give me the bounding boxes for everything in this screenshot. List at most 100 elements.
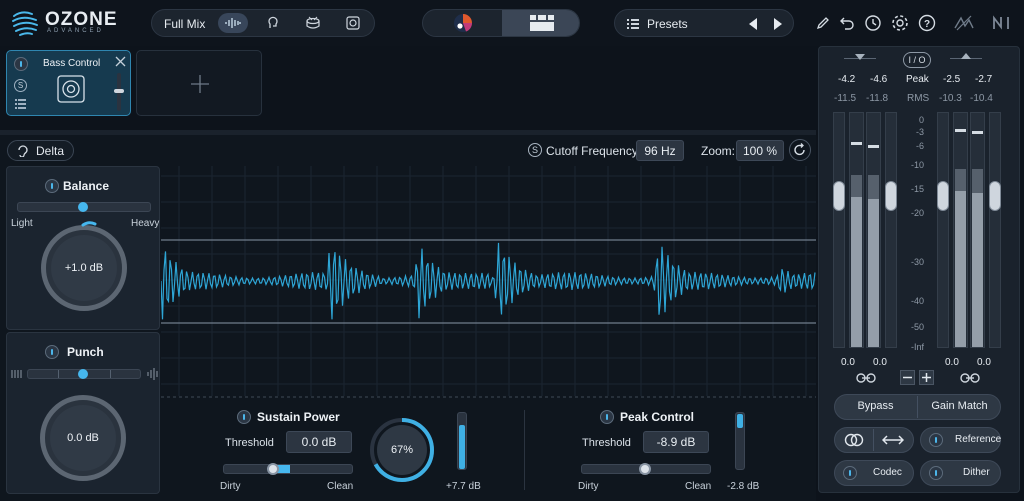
meter-scale-label: -50 — [910, 322, 924, 332]
waveform-icon — [225, 18, 241, 28]
peak-threshold-field[interactable]: -8.9 dB — [643, 431, 709, 453]
balance-panel: Balance Light Heavy +1.0 dB — [6, 166, 160, 330]
previous-preset-icon[interactable] — [748, 18, 758, 30]
peak-control-power-icon[interactable] — [600, 410, 614, 424]
solo-icon[interactable]: S — [14, 79, 27, 92]
input-fader-left[interactable] — [833, 181, 845, 211]
add-module-slot[interactable] — [136, 50, 262, 116]
input-gain-right[interactable]: 0.0 — [873, 357, 887, 368]
output-fader-track-right — [989, 112, 1001, 348]
swap-channels-icon[interactable] — [882, 434, 904, 446]
meter-scale-label: -Inf — [910, 342, 924, 352]
bypass-button[interactable]: Bypass — [834, 400, 917, 412]
pencil-icon — [816, 17, 829, 30]
pencil-button[interactable] — [812, 12, 834, 34]
zoom-field[interactable]: 100 % — [736, 140, 784, 161]
punch-slider-thumb[interactable] — [78, 369, 88, 379]
input-peak-left: -4.2 — [838, 74, 856, 85]
input-link-icon[interactable] — [856, 372, 876, 384]
gain-decrease-button[interactable] — [900, 370, 915, 385]
list-icon[interactable] — [15, 99, 26, 109]
waveform-display — [161, 166, 816, 398]
punch-power-icon[interactable] — [45, 345, 59, 359]
module-power-icon[interactable] — [14, 57, 28, 71]
dither-button[interactable]: Dither — [920, 460, 1001, 486]
reference-power-icon[interactable] — [929, 433, 943, 447]
divider — [524, 410, 525, 490]
module-card-bass-control[interactable]: Bass Control S — [6, 50, 131, 116]
balance-slider-thumb[interactable] — [78, 202, 88, 212]
rms-label: RMS — [907, 93, 930, 104]
delta-button[interactable]: Delta — [7, 140, 74, 161]
balance-power-icon[interactable] — [45, 179, 59, 193]
output-gain-left[interactable]: 0.0 — [945, 357, 959, 368]
meter-scale-label: -6 — [915, 141, 924, 151]
sustain-dirty-label: Dirty — [220, 481, 241, 492]
codec-button[interactable]: Codec — [834, 460, 914, 486]
settings-button[interactable] — [889, 12, 911, 34]
vocal-mode-button[interactable] — [258, 13, 288, 33]
vocal-icon — [268, 16, 278, 28]
speaker-icon — [57, 75, 85, 103]
input-collapse-icon[interactable] — [855, 54, 865, 60]
output-fader-right[interactable] — [989, 181, 1001, 211]
instrument-icon — [346, 16, 360, 30]
route-icon — [954, 15, 974, 31]
sustain-threshold-field[interactable]: 0.0 dB — [286, 431, 352, 453]
close-icon[interactable] — [115, 56, 126, 67]
module-gain-handle[interactable] — [114, 89, 124, 93]
punch-knob[interactable]: 0.0 dB — [40, 395, 126, 481]
history-icon — [865, 15, 881, 31]
codec-power-icon[interactable] — [843, 466, 857, 480]
cutoff-solo-icon[interactable]: S — [528, 143, 542, 157]
peak-character-thumb[interactable] — [639, 463, 651, 475]
undo-button[interactable] — [836, 12, 858, 34]
sustain-character-thumb[interactable] — [267, 463, 279, 475]
help-button[interactable]: ? — [916, 12, 938, 34]
history-button[interactable] — [862, 12, 884, 34]
minus-icon — [903, 376, 912, 379]
meter-scale-label: 0 — [918, 115, 924, 125]
dither-power-icon[interactable] — [929, 466, 943, 480]
input-rms-right: -11.8 — [866, 93, 889, 104]
sustain-amount-knob[interactable]: 67% — [369, 417, 435, 483]
zoom-reset-button[interactable] — [789, 139, 811, 161]
mode-selector: Full Mix — [151, 9, 375, 37]
output-expand-icon[interactable] — [961, 53, 971, 59]
gain-match-button[interactable]: Gain Match — [918, 400, 1001, 412]
output-fader-left[interactable] — [937, 181, 949, 211]
undo-icon — [840, 17, 854, 30]
output-gain-right[interactable]: 0.0 — [977, 357, 991, 368]
gain-increase-button[interactable] — [919, 370, 934, 385]
sustain-power-icon[interactable] — [237, 410, 251, 424]
io-toggle-button[interactable]: I / O — [903, 52, 931, 68]
ni-logo — [992, 12, 1014, 34]
meter-scale-label: -30 — [910, 257, 924, 267]
cutoff-frequency-field[interactable]: 96 Hz — [636, 140, 684, 161]
sustain-title: Sustain Power — [257, 410, 340, 424]
input-fader-right[interactable] — [885, 181, 897, 211]
sustain-amount-value: 67% — [377, 425, 427, 475]
meter-scale: 0 -3 -6 -10 -15 -20 -30 -40 -50 -Inf — [898, 112, 928, 352]
presets-bar[interactable]: Presets — [614, 9, 794, 37]
heavy-label: Heavy — [131, 218, 160, 229]
dither-label: Dither — [963, 467, 990, 478]
full-mix-label[interactable]: Full Mix — [164, 17, 205, 31]
next-preset-icon[interactable] — [773, 18, 783, 30]
output-link-icon[interactable] — [960, 372, 980, 384]
stereo-icon[interactable] — [843, 433, 865, 447]
input-rms-left: -11.5 — [834, 93, 857, 104]
reference-button[interactable]: Reference — [920, 427, 1001, 453]
peak-dirty-label: Dirty — [578, 481, 599, 492]
module-view-button[interactable] — [502, 10, 579, 36]
instrument-mode-button[interactable] — [338, 13, 368, 33]
balance-knob[interactable]: +1.0 dB — [41, 225, 127, 311]
spectrum-view-button[interactable] — [423, 10, 502, 36]
sustain-character-slider[interactable] — [223, 464, 353, 474]
output-meter-right — [970, 112, 985, 348]
drum-mode-button[interactable] — [298, 13, 328, 33]
refresh-icon — [794, 143, 805, 156]
route-button[interactable] — [953, 12, 975, 34]
input-gain-left[interactable]: 0.0 — [841, 357, 855, 368]
waveform-mode-button[interactable] — [218, 13, 248, 33]
